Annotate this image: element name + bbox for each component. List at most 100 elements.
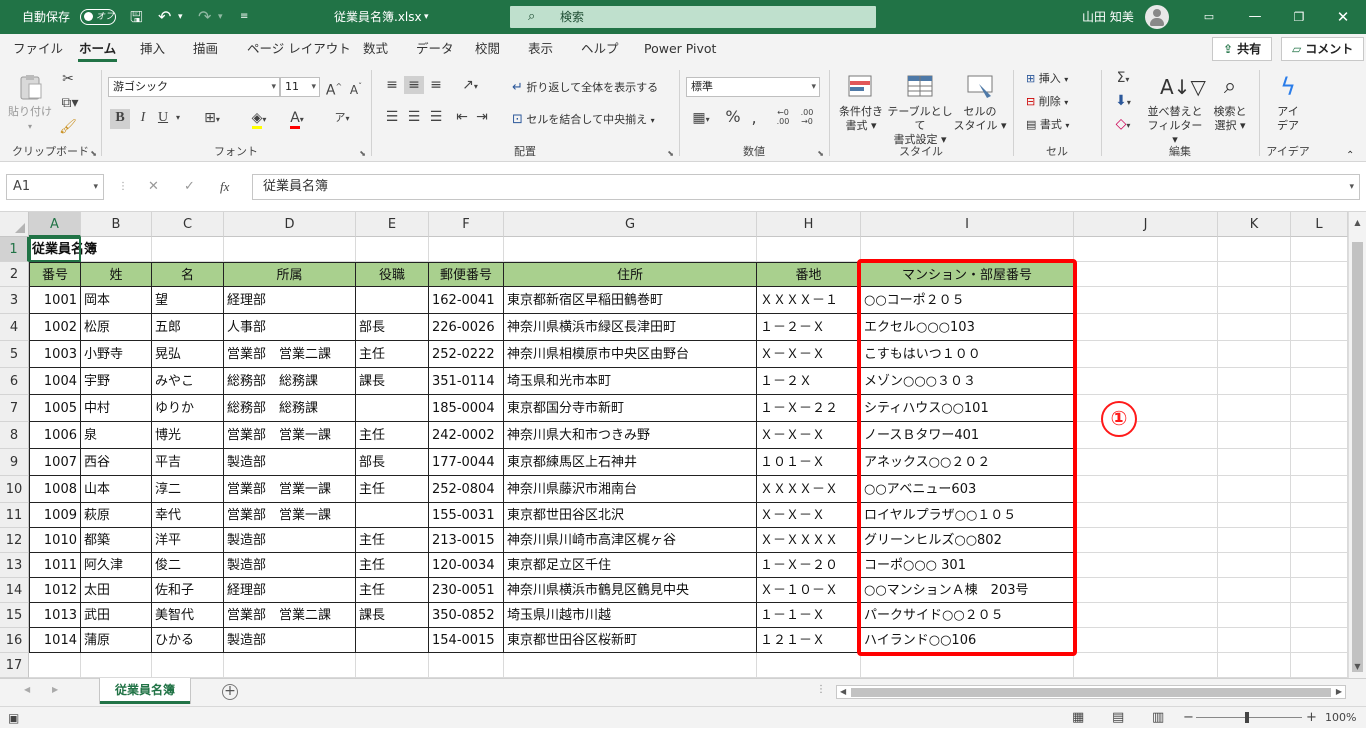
table-cell[interactable]: 主任	[356, 528, 429, 553]
table-cell[interactable]: 213-0015	[429, 528, 504, 553]
row-header-8[interactable]: 8	[0, 422, 29, 449]
table-cell[interactable]: １－２－Ｘ	[757, 314, 861, 341]
name-box[interactable]: A1 ▾	[6, 174, 104, 200]
table-cell[interactable]: １２１－Ｘ	[757, 628, 861, 653]
table-cell[interactable]: 晃弘	[152, 341, 224, 368]
table-cell[interactable]: 252-0222	[429, 341, 504, 368]
tab-help[interactable]: ヘルプ	[581, 34, 619, 64]
row-header-16[interactable]: 16	[0, 628, 29, 653]
align-top-icon[interactable]: ≡	[382, 76, 402, 94]
table-cell[interactable]: 望	[152, 287, 224, 314]
table-cell[interactable]: 平吉	[152, 449, 224, 476]
scroll-down-icon[interactable]: ▼	[1349, 660, 1366, 674]
table-cell[interactable]: Ｘ－Ｘ－Ｘ	[757, 422, 861, 449]
format-painter-icon[interactable]: 🖌	[58, 118, 78, 136]
clipboard-launcher-icon[interactable]: ⬊	[90, 149, 97, 158]
table-cell[interactable]	[356, 395, 429, 422]
table-cell[interactable]: 営業部 営業一課	[224, 503, 356, 528]
sheet-tab-employees[interactable]: 従業員名簿	[100, 678, 190, 704]
number-format-dropdown[interactable]: 標準 ▾	[686, 77, 820, 97]
table-cell[interactable]: 1008	[29, 476, 81, 503]
table-cell[interactable]: 神奈川県川崎市高津区梶ヶ谷	[504, 528, 757, 553]
table-cell[interactable]: ＸＸＸＸ－１	[757, 287, 861, 314]
save-icon[interactable]: 🖫	[130, 0, 143, 34]
decrease-indent-icon[interactable]: ⇤	[452, 108, 472, 126]
select-all-corner[interactable]	[0, 212, 29, 237]
table-header-cell[interactable]: 名	[152, 262, 224, 287]
table-cell[interactable]: １－１－Ｘ	[757, 603, 861, 628]
table-cell[interactable]: 総務部 総務課	[224, 395, 356, 422]
table-cell[interactable]: 226-0026	[429, 314, 504, 341]
table-cell[interactable]: 東京都練馬区上石神井	[504, 449, 757, 476]
row-header-11[interactable]: 11	[0, 503, 29, 528]
column-header-h[interactable]: H	[757, 212, 861, 237]
table-cell[interactable]: 主任	[356, 553, 429, 578]
accounting-icon[interactable]: ▦▾	[686, 109, 716, 129]
column-header-a[interactable]: A	[29, 212, 81, 237]
column-header-c[interactable]: C	[152, 212, 224, 237]
phonetic-icon[interactable]: ア▾	[328, 109, 356, 128]
row-header-1[interactable]: 1	[0, 237, 29, 262]
comma-icon[interactable]: ,	[746, 109, 762, 127]
table-cell[interactable]: 経理部	[224, 578, 356, 603]
table-cell[interactable]: 1005	[29, 395, 81, 422]
page-break-view-icon[interactable]: ▥	[1152, 707, 1164, 729]
merge-center-button[interactable]: ⊡ セルを結合して中央揃え ▾	[512, 112, 655, 128]
increase-decimal-icon[interactable]: ←0.00	[772, 108, 794, 126]
table-cell[interactable]: 佐和子	[152, 578, 224, 603]
decrease-font-icon[interactable]: Aˇ	[346, 78, 366, 99]
table-cell[interactable]: 博光	[152, 422, 224, 449]
table-cell[interactable]: 総務部 総務課	[224, 368, 356, 395]
underline-icon[interactable]: U	[154, 109, 172, 127]
table-cell[interactable]: 東京都世田谷区桜新町	[504, 628, 757, 653]
table-cell[interactable]: 部長	[356, 449, 429, 476]
table-cell[interactable]: 1006	[29, 422, 81, 449]
table-cell[interactable]: 177-0044	[429, 449, 504, 476]
table-cell[interactable]: 主任	[356, 476, 429, 503]
prev-sheet-icon[interactable]: ◀	[24, 685, 30, 694]
font-name-dropdown[interactable]: 游ゴシック ▾	[108, 77, 280, 97]
search-box[interactable]: ⌕ 検索	[510, 6, 876, 28]
add-sheet-icon[interactable]: +	[222, 684, 238, 700]
underline-dropdown-icon[interactable]: ▾	[172, 109, 184, 127]
format-as-table-button[interactable]: テーブルとして 書式設定 ▾	[886, 72, 954, 147]
scroll-thumb[interactable]	[1352, 242, 1363, 672]
table-cell[interactable]: 120-0034	[429, 553, 504, 578]
table-cell[interactable]: 太田	[81, 578, 152, 603]
zoom-slider[interactable]	[1196, 717, 1302, 718]
align-middle-icon[interactable]: ≡	[404, 76, 424, 94]
column-header-i[interactable]: I	[861, 212, 1074, 237]
table-cell[interactable]: 都築	[81, 528, 152, 553]
table-header-cell[interactable]: 所属	[224, 262, 356, 287]
table-cell[interactable]: 1012	[29, 578, 81, 603]
table-cell[interactable]: 252-0804	[429, 476, 504, 503]
scroll-up-icon[interactable]: ▲	[1349, 216, 1366, 230]
horizontal-scrollbar[interactable]: ◀ ▶	[836, 685, 1346, 699]
number-launcher-icon[interactable]: ⬊	[817, 149, 824, 158]
table-cell[interactable]: 154-0015	[429, 628, 504, 653]
tab-insert[interactable]: 挿入	[140, 34, 165, 64]
user-name[interactable]: 山田 知美	[1082, 0, 1134, 34]
row-header-13[interactable]: 13	[0, 553, 29, 578]
table-cell[interactable]: 1003	[29, 341, 81, 368]
table-cell[interactable]: 製造部	[224, 553, 356, 578]
tab-view[interactable]: 表示	[528, 34, 553, 64]
scroll-right-icon[interactable]: ▶	[1336, 686, 1342, 698]
column-header-g[interactable]: G	[504, 212, 757, 237]
tab-page-layout[interactable]: ページ レイアウト	[247, 34, 351, 64]
table-cell[interactable]: ひかる	[152, 628, 224, 653]
table-cell[interactable]: 製造部	[224, 449, 356, 476]
table-cell[interactable]: 営業部 営業一課	[224, 422, 356, 449]
table-cell[interactable]: Ｘ－Ｘ－Ｘ	[757, 503, 861, 528]
table-cell[interactable]: 1002	[29, 314, 81, 341]
cancel-icon[interactable]: ✕	[148, 174, 159, 200]
minimize-icon[interactable]: —	[1232, 0, 1278, 34]
fill-color-icon[interactable]: ◈▾	[244, 109, 274, 129]
conditional-formatting-button[interactable]: 条件付き 書式 ▾	[834, 72, 888, 133]
zoom-level[interactable]: 100%	[1325, 707, 1356, 729]
table-cell[interactable]: 宇野	[81, 368, 152, 395]
table-cell[interactable]: 埼玉県和光市本町	[504, 368, 757, 395]
table-cell[interactable]	[356, 503, 429, 528]
restore-icon[interactable]: ❐	[1276, 0, 1322, 34]
table-header-cell[interactable]: 役職	[356, 262, 429, 287]
